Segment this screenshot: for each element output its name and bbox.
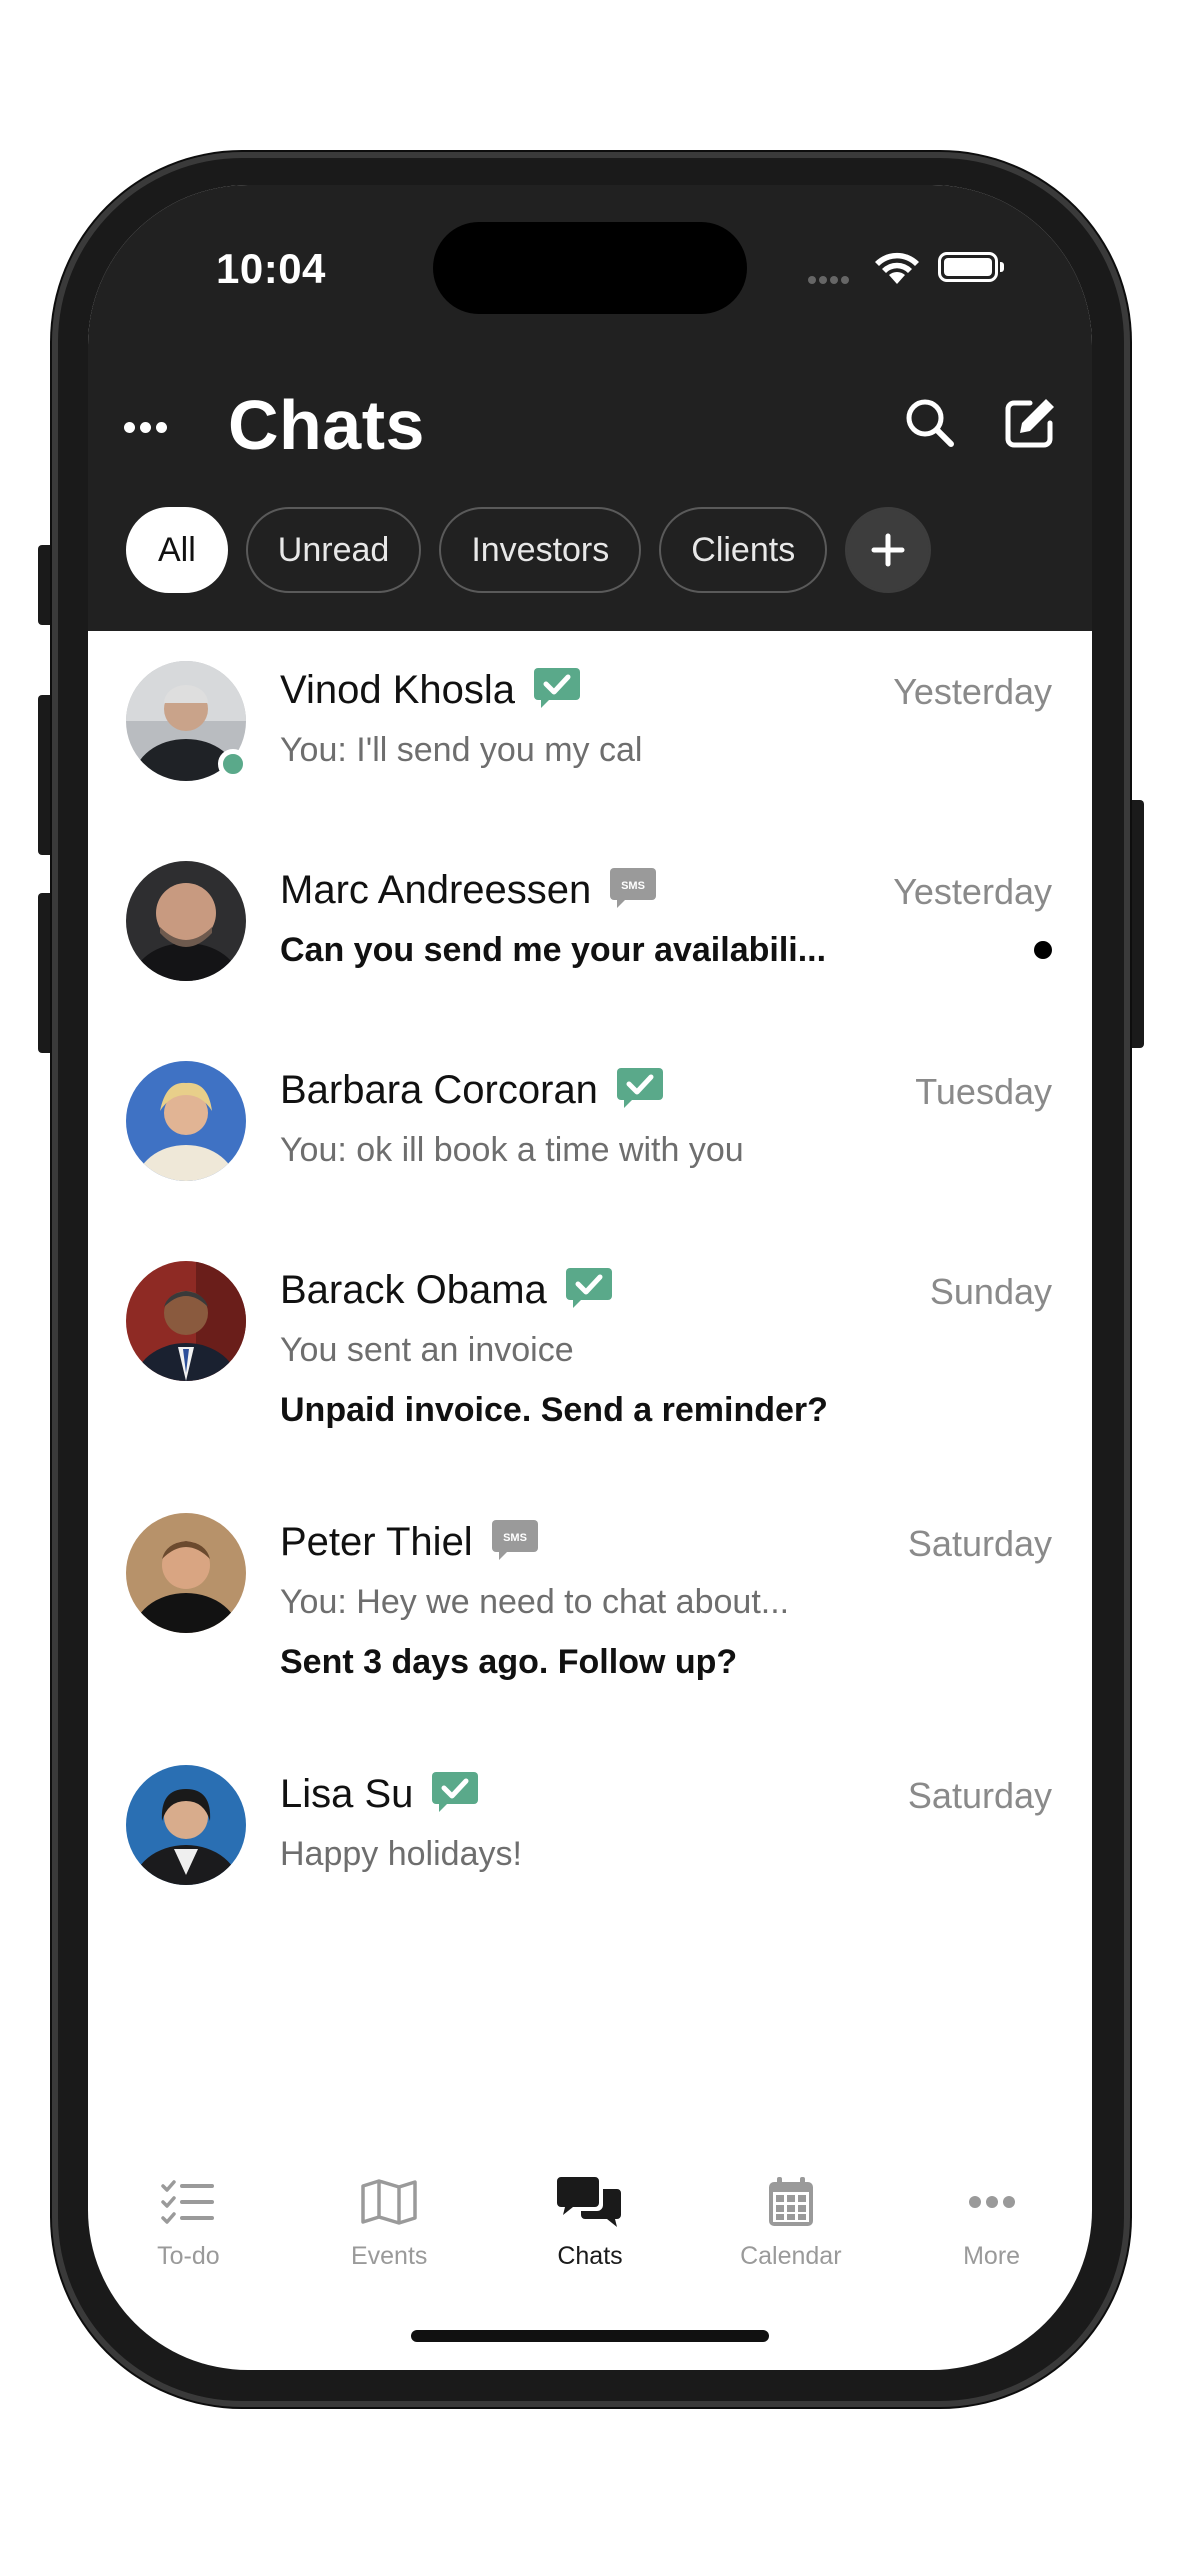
chat-row-barbara-corcoran[interactable]: Barbara Corcoran Tuesday You: ok ill boo…	[88, 1031, 1092, 1231]
map-icon	[361, 2179, 417, 2225]
filter-chips: All Unread Investors Clients	[126, 507, 932, 593]
page-title: Chats	[228, 386, 425, 464]
chat-timestamp: Saturday	[907, 1523, 1052, 1564]
chat-timestamp: Sunday	[929, 1271, 1052, 1312]
message-preview: You: ok ill book a time with you	[280, 1131, 744, 1169]
tab-label: Events	[350, 2242, 428, 2270]
power-button	[1128, 800, 1144, 1048]
filter-chip-all[interactable]: All	[126, 507, 228, 593]
message-preview: Happy holidays!	[280, 1835, 522, 1873]
chat-bubbles-icon	[556, 2177, 621, 2227]
tab-more[interactable]: More	[891, 2170, 1092, 2300]
checklist-icon	[161, 2180, 215, 2224]
avatar	[126, 1261, 246, 1381]
tab-label: More	[963, 2242, 1021, 2270]
verified-chat-icon	[432, 1772, 479, 1813]
invoice-reminder-nudge[interactable]: Unpaid invoice. Send a reminder?	[280, 1391, 828, 1430]
message-preview: You sent an invoice	[280, 1331, 574, 1369]
tab-todo[interactable]: To-do	[88, 2170, 289, 2300]
tab-calendar[interactable]: Calendar	[690, 2170, 891, 2300]
chat-row-lisa-su[interactable]: Lisa Su Saturday Happy holidays!	[88, 1735, 1092, 1935]
filter-chip-investors[interactable]: Investors	[439, 507, 642, 593]
svg-text:SMS: SMS	[503, 1532, 527, 1544]
battery-icon	[938, 252, 1004, 282]
chat-timestamp: Yesterday	[893, 671, 1052, 712]
search-icon[interactable]	[900, 393, 960, 453]
phone-screen: 10:04 Chats All Unread Investors Clients	[88, 185, 1092, 2370]
verified-chat-icon	[616, 1068, 663, 1109]
tab-events[interactable]: Events	[289, 2170, 490, 2300]
sms-badge-icon: SMS	[491, 1520, 538, 1561]
home-indicator[interactable]	[411, 2330, 769, 2342]
contact-name: Vinod Khosla	[280, 668, 515, 712]
chat-row-vinod-khosla[interactable]: Vinod Khosla Yesterday You: I'll send yo…	[88, 631, 1092, 831]
filter-chip-unread[interactable]: Unread	[245, 507, 422, 593]
chat-row-barack-obama[interactable]: Barack Obama Sunday You sent an invoice …	[88, 1231, 1092, 1481]
follow-up-nudge[interactable]: Sent 3 days ago. Follow up?	[280, 1643, 737, 1682]
contact-name: Peter Thiel	[280, 1520, 473, 1564]
message-preview: Can you send me your availabili...	[280, 931, 827, 969]
chat-row-marc-andreessen[interactable]: Marc Andreessen SMS Yesterday Can you sen…	[88, 831, 1092, 1031]
verified-chat-icon	[534, 668, 580, 709]
chat-row-peter-thiel[interactable]: Peter Thiel SMS Saturday You: Hey we need…	[88, 1483, 1092, 1733]
tab-label: Chats	[557, 2242, 623, 2270]
tab-chats[interactable]: Chats	[490, 2170, 691, 2300]
avatar	[126, 1061, 246, 1181]
contact-name: Barbara Corcoran	[280, 1068, 598, 1112]
contact-name: Marc Andreessen	[280, 868, 592, 912]
filter-chip-clients[interactable]: Clients	[659, 507, 828, 593]
calendar-icon	[768, 2177, 813, 2226]
dynamic-island	[433, 222, 747, 314]
bottom-tab-bar: To-do Events Chats Calendar More	[88, 2170, 1092, 2300]
contact-name: Barack Obama	[280, 1268, 547, 1312]
online-status-dot	[218, 749, 248, 779]
more-dots-icon	[968, 2196, 1015, 2208]
avatar	[126, 1765, 246, 1885]
avatar	[126, 861, 246, 981]
message-preview: You: I'll send you my cal	[280, 731, 643, 769]
unread-indicator-dot	[1034, 941, 1052, 959]
add-filter-button[interactable]	[845, 507, 932, 593]
more-options-icon[interactable]	[124, 420, 184, 446]
app-header: 10:04 Chats All Unread Investors Clients	[88, 185, 1092, 631]
tab-label: To-do	[157, 2242, 220, 2270]
svg-text:SMS: SMS	[621, 880, 645, 892]
wifi-icon	[875, 252, 919, 284]
compose-icon[interactable]	[1000, 393, 1060, 453]
sms-badge-icon: SMS	[610, 868, 657, 909]
cellular-signal-icon	[808, 271, 852, 289]
chat-timestamp: Tuesday	[915, 1071, 1052, 1112]
message-preview: You: Hey we need to chat about...	[280, 1583, 790, 1621]
chat-timestamp: Saturday	[907, 1775, 1052, 1816]
chat-timestamp: Yesterday	[893, 871, 1052, 912]
status-time: 10:04	[216, 245, 326, 292]
avatar	[126, 1513, 246, 1633]
contact-name: Lisa Su	[280, 1772, 414, 1816]
verified-chat-icon	[565, 1268, 612, 1309]
tab-label: Calendar	[740, 2242, 842, 2270]
plus-icon	[871, 533, 905, 567]
